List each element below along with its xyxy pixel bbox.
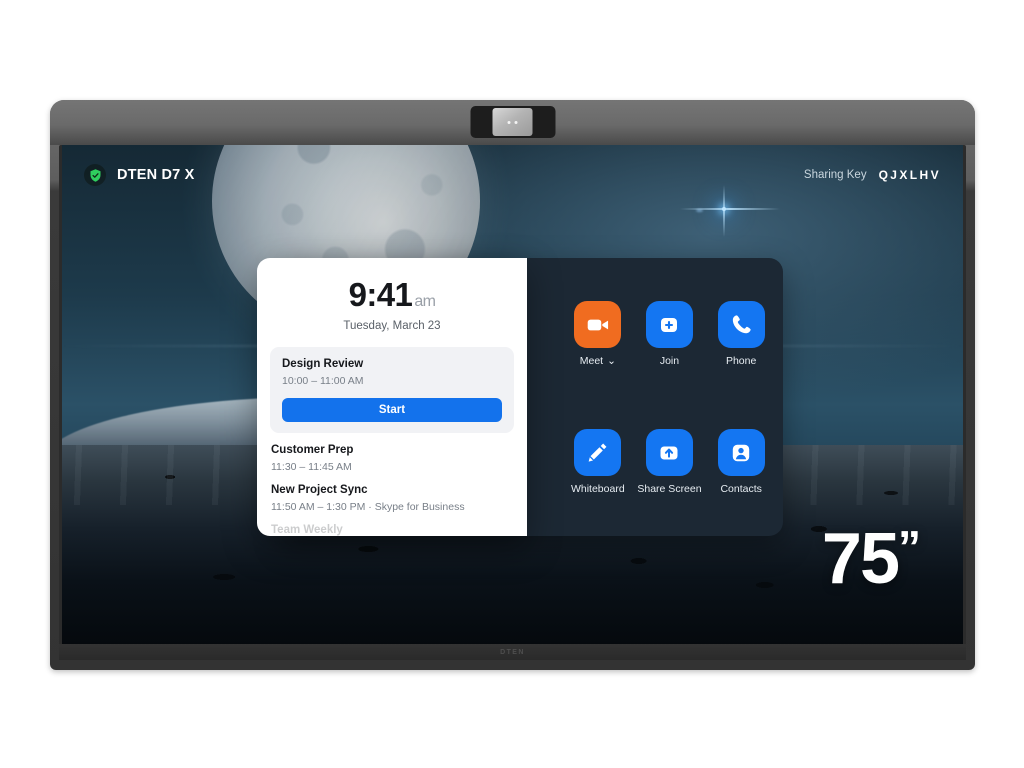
screen-size-number: 75 (821, 519, 900, 600)
meeting-list-item[interactable]: Customer Prep 11:30 – 11:45 AM (270, 433, 514, 473)
device-name-label: DTEN D7 X (117, 167, 195, 183)
action-phone-label: Phone (726, 355, 756, 367)
action-share-screen[interactable]: Share Screen (634, 429, 704, 495)
screen-size-mark: 75” (822, 523, 921, 595)
plus-square-icon (645, 301, 693, 348)
meeting-time: 11:30 – 11:45 AM (271, 461, 352, 473)
meeting-list-item[interactable]: New Project Sync 11:50 AM – 1:30 PM · Sk… (270, 473, 514, 513)
meeting-time: 11:50 AM – 1:30 PM · Skype for Business (271, 501, 465, 513)
meeting-current[interactable]: Design Review 10:00 – 11:00 AM Start (270, 347, 514, 433)
screen-frame: DTEN D7 X Sharing Key QJXLHV Meet ⌄ Join… (59, 145, 966, 660)
phone-handset-icon (717, 301, 765, 348)
meeting-title: New Project Sync (271, 484, 368, 496)
status-left-group: DTEN D7 X (84, 164, 195, 186)
action-whiteboard-label: Whiteboard (571, 483, 625, 495)
action-label-text: Join (659, 355, 680, 367)
dten-brand-logo: DTEN (500, 648, 525, 656)
action-phone[interactable]: Phone (706, 301, 776, 367)
action-contacts[interactable]: Contacts (706, 429, 776, 495)
action-grid: Meet ⌄ Join Phone Whiteboard Share Scree… (556, 258, 783, 536)
chevron-down-icon: ⌄ (607, 355, 616, 367)
action-meet-label: Meet ⌄ (580, 355, 616, 367)
calendar-card: 9:41 am Tuesday, March 23 Design Review 1… (257, 258, 527, 536)
pencil-icon (574, 429, 622, 476)
status-row: DTEN D7 X Sharing Key QJXLHV (62, 161, 963, 189)
start-meeting-button[interactable]: Start (282, 398, 502, 422)
meeting-list: Design Review 10:00 – 11:00 AM Start Cus… (257, 347, 527, 536)
action-join-label: Join (660, 355, 679, 367)
action-label-text: Contacts (720, 483, 762, 495)
clock-block: 9:41 am Tuesday, March 23 (257, 258, 527, 332)
camera-module-icon (470, 106, 555, 138)
screenshot-stage: DTEN D7 X Sharing Key QJXLHV Meet ⌄ Join… (0, 0, 1024, 768)
meeting-title: Customer Prep (271, 444, 354, 456)
sharing-key-group: Sharing Key QJXLHV (804, 168, 941, 182)
action-label-text: Share Screen (637, 483, 702, 495)
clock-meridiem: am (414, 293, 436, 310)
meeting-title: Team Weekly (271, 524, 343, 536)
action-meet[interactable]: Meet ⌄ (563, 301, 633, 367)
person-icon (717, 429, 765, 476)
camera-dot (507, 120, 511, 124)
shield-check-icon (84, 164, 106, 186)
dten-display-device: DTEN D7 X Sharing Key QJXLHV Meet ⌄ Join… (50, 100, 975, 670)
bottom-chin: DTEN (59, 644, 966, 660)
video-camera-icon (574, 301, 622, 348)
meeting-list-item[interactable]: Team Weekly (270, 513, 514, 536)
meeting-time: 10:00 – 11:00 AM (282, 375, 364, 387)
action-label-text: Meet (579, 355, 604, 367)
top-bezel (50, 100, 975, 145)
clock-date: Tuesday, March 23 (343, 320, 441, 332)
sharing-key-value: QJXLHV (878, 168, 941, 182)
wallpaper-lens-flare (680, 185, 780, 237)
camera-lens-plate (492, 108, 533, 136)
action-whiteboard[interactable]: Whiteboard (563, 429, 633, 495)
action-label-text: Phone (725, 355, 757, 367)
sharing-key-label: Sharing Key (803, 169, 867, 181)
clock-time: 9:41 am (257, 278, 527, 311)
action-label-text: Whiteboard (570, 483, 625, 495)
share-upload-icon (645, 429, 693, 476)
action-contacts-label: Contacts (720, 483, 761, 495)
meeting-title: Design Review (282, 358, 364, 370)
action-share-screen-label: Share Screen (637, 483, 701, 495)
screen: DTEN D7 X Sharing Key QJXLHV Meet ⌄ Join… (62, 145, 963, 644)
action-join[interactable]: Join (634, 301, 704, 367)
camera-dot (514, 120, 518, 124)
screen-size-inch-mark: ” (898, 521, 921, 574)
clock-time-value: 9:41 (348, 276, 413, 313)
